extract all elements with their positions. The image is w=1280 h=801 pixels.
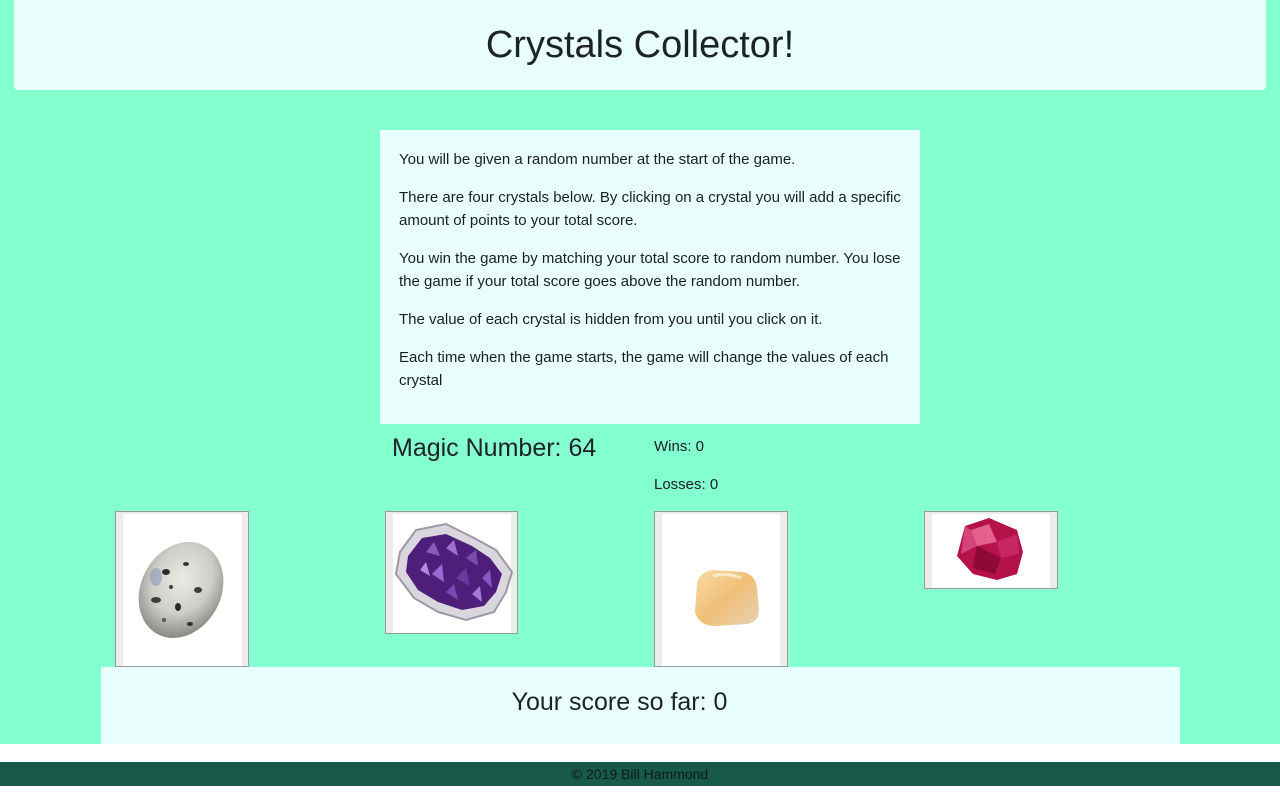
instruction-paragraph: The value of each crystal is hidden from…	[399, 311, 823, 328]
page: Crystals Collector! You will be given a …	[0, 0, 1280, 801]
instructions-panel: You will be given a random number at the…	[380, 130, 920, 424]
footer-copyright: © 2019 Bill Hammond	[571, 766, 709, 782]
pink-tourmaline-crystal-icon	[957, 518, 1023, 580]
crystal-button-3[interactable]	[654, 511, 788, 667]
header: Crystals Collector!	[14, 0, 1266, 90]
page-title: Crystals Collector!	[485, 23, 795, 66]
crystal-button-4[interactable]	[924, 511, 1058, 589]
score-display: Your score so far: 0	[511, 688, 728, 716]
magic-number: Magic Number: 64	[392, 434, 597, 462]
footer: © 2019 Bill Hammond	[0, 762, 1280, 786]
wins-counter: Wins: 0	[654, 438, 705, 455]
instruction-paragraph: There are four crystals below. By clicki…	[399, 189, 901, 229]
crystal-button-2[interactable]	[385, 511, 518, 634]
instruction-paragraph: You win the game by matching your total …	[399, 250, 901, 290]
amethyst-geode-crystal-icon	[394, 522, 514, 622]
losses-counter: Losses: 0	[654, 476, 719, 493]
instruction-paragraph: You will be given a random number at the…	[399, 151, 796, 168]
instruction-paragraph: Each time when the game starts, the game…	[399, 349, 889, 389]
score-panel: Your score so far: 0	[101, 667, 1180, 744]
moonstone-crystal-icon	[138, 542, 224, 638]
crystal-button-1[interactable]	[115, 511, 249, 667]
citrine-crystal-icon	[695, 570, 759, 626]
